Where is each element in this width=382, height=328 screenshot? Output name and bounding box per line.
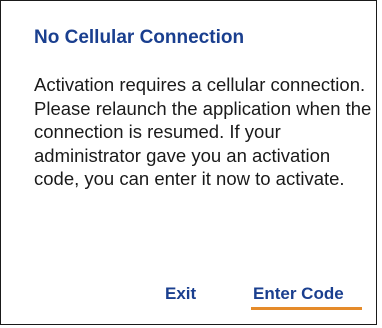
dialog-message: Activation requires a cellular connectio… [34,74,372,190]
no-cellular-dialog: No Cellular Connection Activation requir… [0,0,377,325]
enter-code-button[interactable]: Enter Code [253,284,344,304]
dialog-actions: Exit Enter Code [1,284,376,308]
focus-indicator [251,307,362,310]
dialog-title: No Cellular Connection [34,27,245,48]
exit-button[interactable]: Exit [165,284,196,304]
